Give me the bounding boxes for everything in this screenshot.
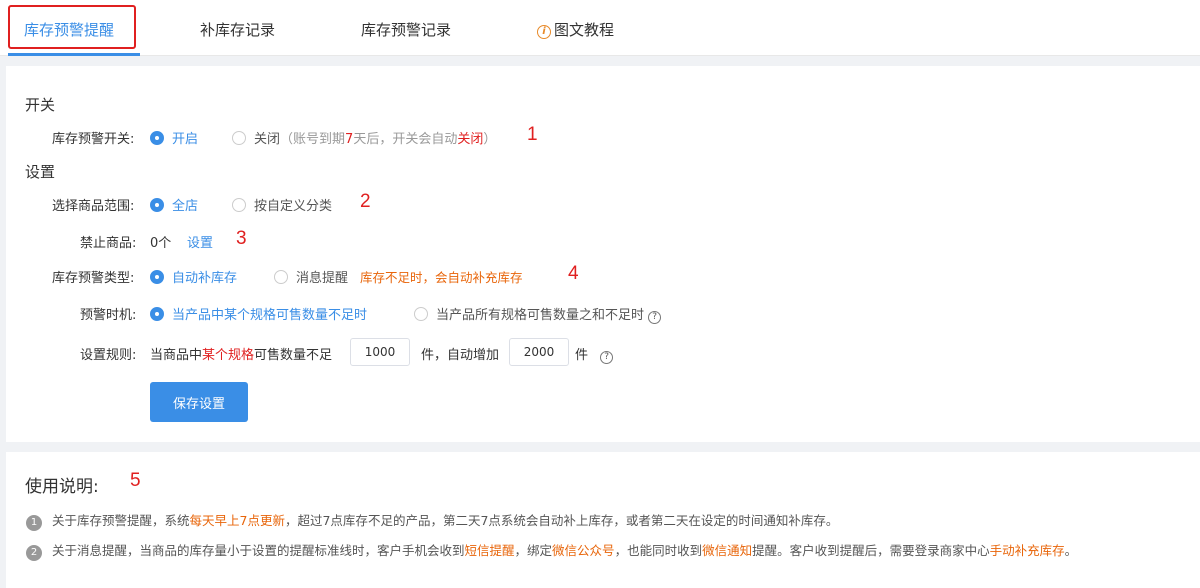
radio-checked-icon	[150, 270, 164, 284]
alert-type-message-label: 消息提醒	[296, 271, 349, 286]
switch-section-title: 开关	[25, 96, 56, 114]
increase-input[interactable]	[509, 338, 569, 366]
timing-all-spec-label: 当产品所有规格可售数量之和不足时	[436, 308, 645, 323]
note-2-highlight-3: 微信通知	[702, 543, 753, 558]
note-2-text-3: ，也能同时收到	[614, 543, 703, 558]
switch-off-label: 关闭	[254, 132, 281, 147]
banned-settings-link[interactable]: 设置	[187, 232, 213, 251]
settings-section-title: 设置	[25, 163, 56, 181]
active-tab-underline	[8, 53, 140, 56]
usage-note-1: 1 关于库存预警提醒，系统每天早上7点更新，超过7点库存不足的产品，第二天7点系统…	[26, 510, 838, 531]
switch-on-label: 开启	[172, 132, 199, 147]
note-number-badge: 2	[26, 545, 42, 561]
radio-unchecked-icon	[414, 307, 428, 321]
alert-type-message-radio[interactable]: 消息提醒	[274, 267, 348, 286]
rule-text-unit: 件	[575, 348, 589, 363]
alert-type-label: 库存预警类型:	[52, 271, 135, 286]
tab-tutorial[interactable]: i 图文教程	[537, 0, 614, 56]
timing-single-spec-radio[interactable]: 当产品中某个规格可售数量不足时	[150, 304, 367, 323]
note-number-badge: 1	[26, 515, 42, 531]
alert-type-hint: 库存不足时，会自动补充库存	[360, 270, 523, 285]
info-icon: i	[537, 25, 551, 39]
usage-panel: 使用说明: 5 1 关于库存预警提醒，系统每天早上7点更新，超过7点库存不足的产品…	[6, 452, 1200, 588]
scope-all-radio[interactable]: 全店	[150, 195, 198, 214]
switch-label: 库存预警开关:	[52, 132, 135, 147]
rule-text-1: 当商品中	[150, 348, 203, 363]
usage-note-2: 2 关于消息提醒，当商品的库存量小于设置的提醒标准线时，客户手机会收到短信提醒，绑…	[26, 540, 1077, 561]
tab-restock-records[interactable]: 补库存记录	[200, 0, 275, 56]
rule-text-mid: 件，自动增加	[421, 348, 500, 363]
note-2-text-5: 。	[1064, 543, 1078, 558]
switch-on-radio[interactable]: 开启	[150, 128, 198, 147]
banned-count: 0个	[150, 236, 172, 251]
switch-off-radio[interactable]: 关闭（账号到期7天后，开关会自动关闭）	[232, 128, 496, 147]
threshold-input[interactable]	[350, 338, 410, 366]
banned-label: 禁止商品:	[80, 236, 137, 251]
rule-text-after: 件 ?	[575, 344, 614, 364]
switch-off-closed: 关闭	[457, 132, 484, 147]
tab-bar: 库存预警提醒 补库存记录 库存预警记录 i 图文教程	[0, 0, 1200, 56]
scope-custom-label: 按自定义分类	[254, 199, 333, 214]
annotation-marker-5: 5	[130, 470, 141, 491]
alert-type-auto-label: 自动补库存	[172, 271, 238, 286]
switch-off-note-end: ）	[483, 132, 497, 147]
save-button[interactable]: 保存设置	[150, 382, 248, 422]
tab-alert-records[interactable]: 库存预警记录	[361, 0, 451, 56]
note-2-highlight-1: 短信提醒	[464, 543, 515, 558]
timing-single-spec-label: 当产品中某个规格可售数量不足时	[172, 308, 368, 323]
note-1-text-2: ，超过7点库存不足的产品，第二天7点系统会自动补上库存，或者第二天在设定的时间通…	[284, 513, 839, 528]
rule-label: 设置规则:	[80, 348, 137, 363]
scope-label: 选择商品范围:	[52, 199, 135, 214]
note-2-text-2: ，绑定	[514, 543, 553, 558]
help-icon[interactable]: ?	[600, 351, 614, 364]
usage-title: 使用说明:	[25, 477, 99, 497]
scope-custom-radio[interactable]: 按自定义分类	[232, 195, 332, 214]
settings-panel: 开关 库存预警开关: 开启 关闭（账号到期7天后，开关会自动关闭） 1 设置 选…	[6, 66, 1200, 442]
timing-label: 预警时机:	[80, 308, 137, 323]
scope-all-label: 全店	[172, 199, 199, 214]
note-2-text-4: 提醒。客户收到提醒后，需要登录商家中心	[752, 543, 990, 558]
note-2-text-1: 关于消息提醒，当商品的库存量小于设置的提醒标准线时，客户手机会收到	[52, 543, 465, 558]
annotation-marker-1: 1	[527, 124, 538, 145]
rule-text-2: 可售数量不足	[254, 348, 333, 363]
note-1-text-1: 关于库存预警提醒，系统	[52, 513, 190, 528]
radio-unchecked-icon	[232, 198, 246, 212]
switch-off-note-mid: 天后，开关会自动	[353, 132, 458, 147]
radio-unchecked-icon	[274, 270, 288, 284]
timing-all-spec-radio[interactable]: 当产品所有规格可售数量之和不足时 ?	[414, 304, 662, 324]
radio-checked-icon	[150, 198, 164, 212]
annotation-marker-4: 4	[568, 263, 579, 284]
radio-checked-icon	[150, 307, 164, 321]
radio-checked-icon	[150, 131, 164, 145]
annotation-marker-3: 3	[236, 228, 247, 249]
active-tab-highlight-box	[8, 5, 136, 49]
note-1-highlight-1: 每天早上7点更新	[189, 513, 285, 528]
rule-text-before: 当商品中某个规格可售数量不足	[150, 344, 332, 363]
switch-off-note: （账号到期	[280, 132, 346, 147]
radio-unchecked-icon	[232, 131, 246, 145]
help-icon[interactable]: ?	[648, 311, 662, 324]
note-2-highlight-2: 微信公众号	[552, 543, 615, 558]
note-2-highlight-4: 手动补充库存	[989, 543, 1065, 558]
tab-tutorial-label: 图文教程	[554, 21, 615, 39]
rule-text-highlight: 某个规格	[202, 348, 255, 363]
annotation-marker-2: 2	[360, 191, 371, 212]
alert-type-auto-radio[interactable]: 自动补库存	[150, 267, 237, 286]
